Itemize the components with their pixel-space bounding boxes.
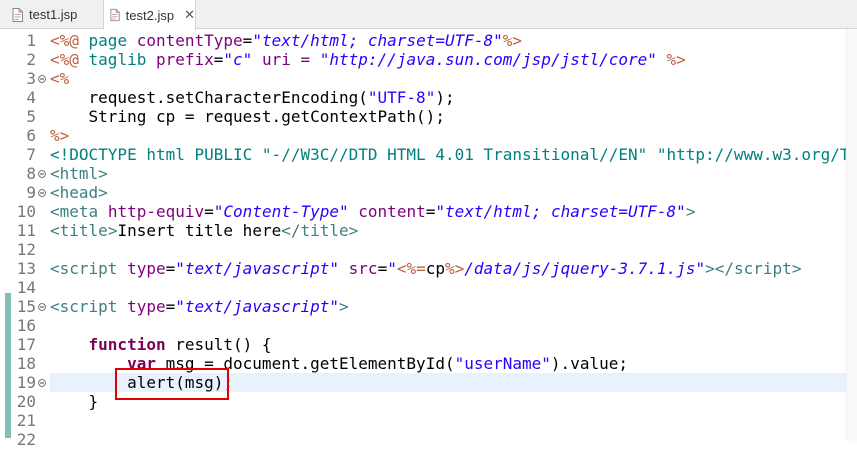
code-line-9: <head> (50, 183, 108, 202)
line-number: 5 (26, 107, 36, 126)
code-line-11: <title>Insert title here</title> (50, 221, 359, 240)
code-line-17: function result() { (88, 335, 272, 354)
line-number: 21 (16, 411, 36, 430)
code-editor[interactable]: 1 2 3 4 5 6 7 8 9 10 11 12 13 14 15 16 1… (0, 29, 857, 449)
tab-test1-jsp[interactable]: test1.jsp (0, 0, 104, 29)
fold-collapse-icon[interactable] (38, 75, 46, 83)
fold-collapse-icon[interactable] (38, 303, 46, 311)
line-number: 2 (26, 50, 36, 69)
code-line-7: <!DOCTYPE html PUBLIC "-//W3C//DTD HTML … (50, 145, 857, 164)
line-number: 22 (16, 430, 36, 449)
line-number: 1 (26, 31, 36, 50)
fold-collapse-icon[interactable] (38, 379, 46, 387)
tab-label: test1.jsp (29, 7, 78, 22)
code-line-18: var msg = document.getElementById("userN… (127, 354, 628, 373)
line-number: 11 (16, 221, 36, 240)
line-number: 8 (26, 164, 36, 183)
line-number: 10 (16, 202, 36, 221)
code-line-3: <% (50, 69, 70, 88)
code-line-13: <script type="text/javascript" src="<%=c… (50, 259, 802, 278)
vertical-scrollbar[interactable] (846, 29, 857, 441)
jsp-file-icon (110, 8, 120, 22)
tab-test2-jsp[interactable]: test2.jsp ✕ (104, 0, 196, 30)
line-number: 13 (16, 259, 36, 278)
editor-tab-bar: test1.jsp test2.jsp ✕ (0, 0, 857, 30)
line-number: 12 (16, 240, 36, 259)
code-line-10: <meta http-equiv="Content-Type" content=… (50, 202, 696, 221)
code-line-4: request.setCharacterEncoding("UTF-8"); (50, 88, 455, 107)
code-line-8: <html> (50, 164, 108, 183)
code-line-5: String cp = request.getContextPath(); (50, 107, 445, 126)
jsp-file-icon (12, 7, 23, 22)
line-number: 9 (26, 183, 36, 202)
tab-label: test2.jsp (125, 7, 175, 23)
line-number: 15 (16, 297, 36, 316)
line-number: 6 (26, 126, 36, 145)
code-line-6: %> (50, 126, 70, 145)
line-number: 20 (16, 392, 36, 411)
line-number: 7 (26, 145, 36, 164)
line-number: 19 (16, 373, 36, 392)
line-number: 14 (16, 278, 36, 297)
code-line-1: <%@ page contentType="text/html; charset… (50, 31, 523, 50)
fold-collapse-icon[interactable] (38, 189, 46, 197)
line-number: 3 (26, 69, 36, 88)
code-line-20: } (50, 392, 99, 411)
line-number: 17 (16, 335, 36, 354)
line-number: 4 (26, 88, 36, 107)
line-number: 16 (16, 316, 36, 335)
code-line-15: <script type="text/javascript"> (50, 297, 349, 316)
fold-collapse-icon[interactable] (38, 170, 46, 178)
code-line-19-current: alert(msg); (50, 373, 857, 392)
close-icon[interactable]: ✕ (184, 7, 195, 23)
line-number: 18 (16, 354, 36, 373)
code-line-2: <%@ taglib prefix="c" uri = "http://java… (50, 50, 686, 69)
